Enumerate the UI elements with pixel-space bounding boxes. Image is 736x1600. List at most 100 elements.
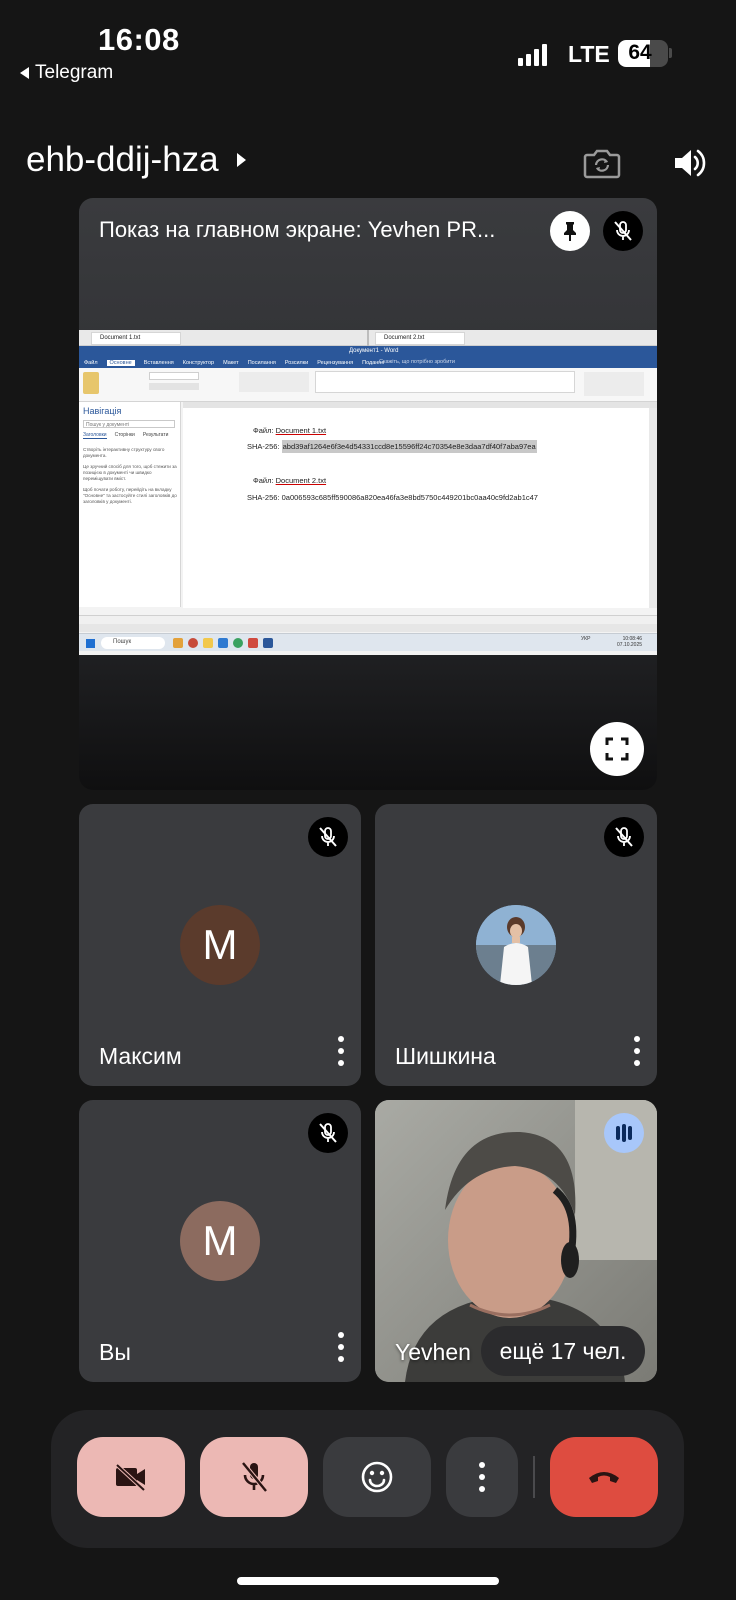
more-participants-button[interactable]: ещё 17 чел. [481,1326,645,1376]
meeting-title-button[interactable]: ehb-ddij-hza [26,140,246,180]
editing-group [584,372,644,396]
file2-name: Document 2.txt [275,476,327,485]
chevron-right-icon [236,153,246,167]
paste-icon [83,372,99,394]
muted-indicator [308,1113,348,1153]
pin-button[interactable] [550,211,590,251]
nav-pane-title: Навігація [83,406,122,416]
end-call-icon [589,1472,619,1483]
speaking-indicator [604,1113,644,1153]
battery-icon: 64 [618,40,668,67]
participant-name: Максим [99,1043,182,1069]
more-options-icon[interactable] [337,1332,345,1362]
mic-off-icon [319,1123,337,1143]
flip-camera-icon [583,149,621,179]
participant-name: Вы [99,1339,131,1365]
document-page: Файл: Document 1.txt SHA-256: abd39af126… [183,408,649,608]
ribbon-tab: Макет [223,360,239,366]
pin-icon [564,222,576,241]
nav-tab: Результати [142,432,169,438]
participant-name: Yevhen [395,1339,471,1365]
taskbar-date: 07.10.2025 [617,642,643,648]
nav-tabs: Заголовки Сторінки Результати [83,432,168,439]
controls-divider [533,1456,535,1498]
participant-tile-shishkina[interactable]: Шишкина [375,804,657,1086]
back-to-telegram-link[interactable]: Telegram [20,62,113,84]
reactions-button[interactable] [323,1437,431,1517]
home-indicator[interactable] [237,1577,499,1585]
presentation-tile[interactable]: Показ на главном экране: Yevhen PR... Do… [79,198,657,790]
flip-camera-button[interactable] [582,143,622,183]
participant-tile-self[interactable]: M Вы [79,1100,361,1382]
taskbar-app-icons [173,638,273,648]
windows-start-icon [86,639,95,648]
participant-tile-yevhen[interactable]: Yevhen ещё 17 чел. [375,1100,657,1382]
nav-help-paragraph: Щоб почати роботу, перейдіть на вкладку … [83,487,177,504]
muted-indicator [308,817,348,857]
styles-gallery [315,371,575,393]
end-call-button[interactable] [550,1437,658,1517]
file1-name: Document 1.txt [275,426,327,435]
ribbon-tab: Розсилки [284,360,309,366]
ribbon-tab: Конструктор [182,360,215,366]
participant-name: Шишкина [395,1043,496,1069]
nav-help-paragraph: Це зручний спосіб для того, щоб стежити … [83,464,177,481]
mic-off-icon [319,827,337,847]
presentation-label: Показ на главном экране: Yevhen PR... [99,217,496,242]
camera-off-icon [115,1463,146,1491]
window-titlebar-row: Document 1.txt Document 2.txt [79,330,657,346]
camera-toggle-button[interactable] [77,1437,185,1517]
ribbon-tab: Вставлення [143,360,174,366]
nav-tab: Сторінки [114,432,135,438]
ribbon-tab: Посилання [247,360,276,366]
navigation-pane: Навігація Пошук у документі Заголовки Сто… [79,402,181,607]
fullscreen-button[interactable] [590,722,644,776]
hash2-label: SHA-256: [247,493,282,502]
back-app-label: Telegram [35,62,114,83]
taskbar-lang: УКР [581,636,591,642]
call-controls-bar [51,1410,684,1548]
avatar: M [180,1201,260,1281]
notepad-status-bar [79,624,657,632]
speaker-icon [675,149,706,177]
hash1-label: SHA-256: [247,442,282,451]
person-photo-icon [476,905,556,985]
nav-help-paragraph: Створіть інтерактивну структуру свого до… [83,447,165,458]
word-ribbon-tabs: Файл Основне Вставлення Конструктор Макет Пос… [79,358,657,368]
taskbar-clock: 10:08:46 07.10.2025 [617,636,642,648]
nav-tab: Заголовки [83,432,107,439]
file1-line: Файл: Document 1.txt [253,426,326,435]
fullscreen-icon [605,737,629,761]
word-titlebar: Документ1 - Word [79,346,657,358]
word-search-hint: Скажіть, що потрібно зробити [379,359,455,365]
speaker-button[interactable] [670,143,710,183]
more-options-icon[interactable] [337,1036,345,1066]
more-actions-button[interactable] [446,1437,518,1517]
mic-off-icon [614,221,632,241]
meeting-code: ehb-ddij-hza [26,140,219,179]
avatar: M [180,905,260,985]
status-time: 16:08 [98,22,180,57]
file1-label: Файл: [253,426,276,435]
paragraph-group [239,372,309,392]
more-icon [478,1462,486,1492]
audio-level-icon [616,1124,632,1142]
more-options-icon[interactable] [633,1036,641,1066]
nav-help-text: Створіть інтерактивну структуру свого до… [83,447,177,510]
battery-tip [669,48,672,58]
ribbon-tab: Файл [84,360,98,366]
shared-screen: Document 1.txt Document 2.txt Документ1 … [79,330,657,655]
mic-toggle-button[interactable] [200,1437,308,1517]
taskbar-search: Пошук [101,637,165,649]
notepad-tab-left: Document 1.txt [91,332,181,345]
avatar-photo [476,905,556,985]
hash1-value: abd39af1264e6f3e4d54331ccd8e15596ff24c70… [281,440,537,453]
mic-off-icon [241,1461,268,1493]
ribbon-tab: Основне [106,360,135,366]
presenter-muted-indicator [603,211,643,251]
participant-tile-maksim[interactable]: M Максим [79,804,361,1086]
word-app-title: Документ1 - Word [349,348,399,354]
word-ribbon [79,368,657,402]
nav-search-input: Пошук у документі [83,420,175,428]
emoji-icon [361,1461,393,1493]
